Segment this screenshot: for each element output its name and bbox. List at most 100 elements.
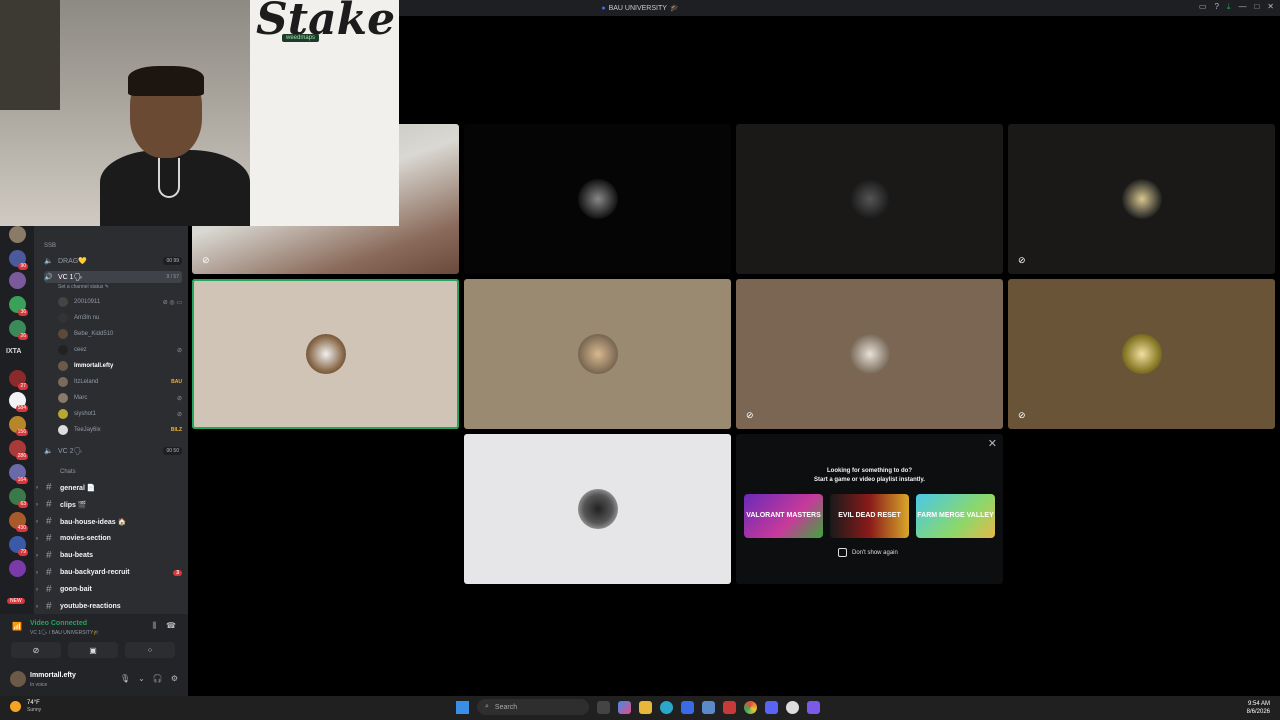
- server-icon[interactable]: 36: [9, 296, 28, 316]
- microphone-icon[interactable]: 🎙: [120, 674, 130, 683]
- avatar[interactable]: [10, 671, 26, 687]
- headphones-icon[interactable]: 🎧: [153, 674, 163, 683]
- chrome-icon[interactable]: [744, 700, 757, 714]
- activity-card-evil-dead[interactable]: EVIL DEAD RESET: [830, 494, 909, 538]
- voice-member[interactable]: siyshot1 ⊘: [58, 408, 182, 420]
- text-category[interactable]: Chats: [60, 469, 76, 475]
- media-player-icon[interactable]: [786, 700, 799, 714]
- text-channel[interactable]: › # youtube-reactions: [36, 599, 182, 614]
- server-icon[interactable]: 156: [9, 416, 28, 436]
- minimize-button[interactable]: —: [1238, 2, 1246, 12]
- voice-member[interactable]: ItzLeland BAU: [58, 376, 182, 388]
- taskbar-apps: ⌕ Search: [456, 699, 820, 715]
- checkbox[interactable]: [838, 548, 847, 557]
- activity-card-farm[interactable]: FARM MERGE VALLEY: [916, 494, 995, 538]
- server-icon[interactable]: 26: [9, 320, 28, 340]
- text-channel[interactable]: › # bau-backyard-recruit 3: [36, 565, 182, 580]
- avatar: [1121, 334, 1162, 374]
- server-icon[interactable]: 286: [9, 440, 28, 460]
- avatar: [58, 377, 68, 387]
- activity-button[interactable]: ⁘: [125, 642, 175, 658]
- avatar: [58, 329, 68, 339]
- help-icon[interactable]: ?: [1214, 2, 1218, 12]
- avatar: [849, 179, 890, 219]
- video-tile[interactable]: [464, 124, 731, 274]
- voice-channel-vc2[interactable]: 🔈 VC 2🗣 00 50: [44, 445, 182, 457]
- server-icon[interactable]: 430: [9, 512, 28, 532]
- avatar: [577, 334, 618, 374]
- settings-app-icon[interactable]: [702, 700, 715, 714]
- close-icon[interactable]: ✕: [988, 437, 997, 450]
- app-icon[interactable]: [807, 700, 820, 714]
- server-icon[interactable]: 79: [9, 536, 28, 556]
- gear-icon[interactable]: ⚙: [171, 674, 178, 683]
- video-tile-speaking[interactable]: [192, 279, 459, 429]
- server-icon[interactable]: 27: [9, 370, 28, 390]
- voice-member[interactable]: Marc ⊘: [58, 392, 182, 404]
- discord-app-icon[interactable]: [765, 700, 778, 714]
- dont-show-again[interactable]: Don't show again: [838, 548, 898, 557]
- windows-start-icon[interactable]: [456, 700, 469, 714]
- taskbar-search[interactable]: ⌕ Search: [477, 699, 589, 715]
- voice-member[interactable]: Am3ln nu: [58, 312, 182, 324]
- server-icon[interactable]: 164: [9, 464, 28, 484]
- chevron-down-icon[interactable]: ⌄: [138, 674, 145, 683]
- voice-member[interactable]: Bebe_Kidd510: [58, 328, 182, 340]
- user-controls: 🎙 ⌄ 🎧 ⚙: [120, 674, 178, 683]
- voice-member[interactable]: 20010911 ⊘ ◎ ▭: [58, 296, 182, 308]
- server-icon[interactable]: [9, 560, 26, 577]
- user-status: In voice: [30, 682, 48, 688]
- server-text-icon[interactable]: IXTA: [6, 348, 21, 355]
- screen-share-button[interactable]: ▣: [68, 642, 118, 658]
- voice-channel-vc1[interactable]: 🔊 VC 1🗣 9 / 57: [44, 271, 182, 283]
- server-icon[interactable]: 584: [9, 392, 28, 412]
- text-channel[interactable]: › # bau-beats: [36, 548, 182, 563]
- server-icon[interactable]: 90: [9, 250, 28, 270]
- disconnect-icon[interactable]: ☎: [166, 621, 176, 631]
- voice-member[interactable]: Immortall.efty: [58, 360, 182, 372]
- inbox-icon[interactable]: ▭: [1199, 2, 1207, 12]
- streamer-webcam: Stake weedmaps: [0, 0, 399, 226]
- video-tile[interactable]: [464, 279, 731, 429]
- text-channel[interactable]: › # goon-bait: [36, 582, 182, 597]
- avatar: [58, 361, 68, 371]
- voice-channel-drag[interactable]: 🔈 DRAG💛 00 99: [44, 255, 182, 267]
- voice-category[interactable]: SSB: [44, 243, 56, 249]
- camera-off-icon: ⊘: [32, 645, 40, 655]
- store-icon[interactable]: [681, 700, 694, 714]
- activity-subheading: Start a game or video playlist instantly…: [814, 477, 925, 483]
- text-channel[interactable]: › # general 📄: [36, 480, 182, 495]
- hashtag-icon: #: [46, 499, 52, 510]
- text-channel[interactable]: › # movies-section: [36, 531, 182, 546]
- video-tile[interactable]: [464, 434, 731, 584]
- text-channel[interactable]: › # clips 🎬: [36, 497, 182, 512]
- camera-off-button[interactable]: ⊘: [11, 642, 61, 658]
- user-name[interactable]: Immortall.efty: [30, 672, 76, 679]
- server-icon[interactable]: [9, 272, 26, 289]
- task-view-icon[interactable]: [597, 700, 610, 714]
- game-app-icon[interactable]: [723, 700, 736, 714]
- voice-member[interactable]: TeeJay6ix BILZ: [58, 424, 182, 436]
- activity-card-valorant[interactable]: VALORANT MASTERS: [744, 494, 823, 538]
- system-clock[interactable]: 9:54 AM 8/6/2026: [1247, 700, 1270, 716]
- server-icon[interactable]: [9, 226, 26, 243]
- voice-member[interactable]: ceez ⊘: [58, 344, 182, 356]
- text-channel[interactable]: › # bau-house-ideas 🏠: [36, 514, 182, 529]
- copilot-icon[interactable]: [618, 700, 631, 714]
- download-icon[interactable]: ⤓: [1227, 2, 1231, 12]
- maximize-button[interactable]: □: [1254, 2, 1259, 12]
- video-tile[interactable]: ⊘: [1008, 124, 1275, 274]
- video-tile[interactable]: ⊘: [736, 279, 1003, 429]
- video-tile[interactable]: ⊘: [1008, 279, 1275, 429]
- weather-widget[interactable]: 74°F Sunny: [10, 700, 41, 713]
- file-explorer-icon[interactable]: [639, 700, 652, 714]
- server-icon[interactable]: 63: [9, 488, 28, 508]
- video-tile[interactable]: [736, 124, 1003, 274]
- noise-suppression-icon[interactable]: ⫼: [152, 621, 156, 631]
- edge-icon[interactable]: [660, 700, 673, 714]
- voice-location[interactable]: VC 1🗣 / BAU UNIVERSITY🎓: [30, 630, 100, 636]
- user-panel: Immortall.efty In voice 🎙 ⌄ 🎧 ⚙: [0, 664, 188, 696]
- channel-status-hint[interactable]: Set a channel status ✎: [58, 284, 109, 290]
- mute-icon: ⊘: [1018, 255, 1026, 265]
- close-window-button[interactable]: ✕: [1267, 2, 1274, 12]
